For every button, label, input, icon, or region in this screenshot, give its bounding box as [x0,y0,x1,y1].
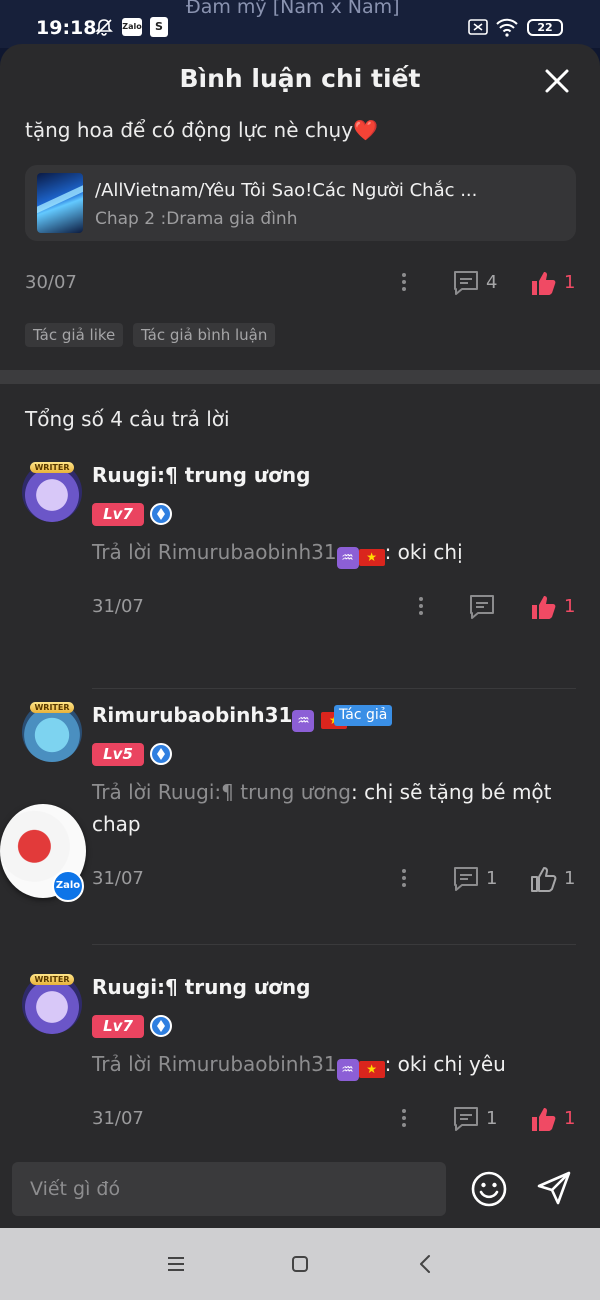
mute-icon [95,19,113,36]
story-thumbnail [37,173,83,233]
reply-text: Trả lời Ruugi:¶ trung ương: chị sẽ tặng … [92,780,552,836]
vietnam-flag-icon: ★ [358,549,385,566]
comment-count: 1 [486,868,498,889]
aquarius-icon: ♒ [292,710,315,732]
parent-comment-meta: 30/07 4 1 [0,268,600,298]
zalo-icon: Zalo [122,18,142,36]
reply-username[interactable]: Ruugi:¶ trung ương [92,463,310,487]
section-divider [0,370,600,384]
reply-text: Trả lời Rimurubaobinh31 ♒ ★: oki chị yêu [92,1048,562,1081]
reply-meta: 31/07 1 [0,592,600,622]
comment-input-bar [0,1148,600,1228]
tag-author-commented: Tác giả bình luận [133,323,276,347]
like-count: 1 [564,272,576,293]
wifi-icon [496,18,518,37]
shopee-icon: S [150,17,168,37]
more-options-icon[interactable] [398,866,410,890]
emoji-icon[interactable] [470,1170,508,1208]
sim-off-icon [468,19,488,35]
reply-text: Trả lời Rimurubaobinh31 ♒ ★: oki chị [92,536,562,569]
reply-comment-icon[interactable] [451,268,481,298]
thumbs-up-filled-icon[interactable] [529,1105,557,1133]
level-badge: Lv5 [92,743,144,766]
home-icon[interactable] [286,1250,314,1278]
like-count: 1 [564,596,576,617]
recent-apps-icon[interactable] [162,1250,190,1278]
reply-meta: 31/07 1 1 [0,1104,600,1134]
heart-emoji-icon: ❤️ [353,118,378,142]
comment-count: 4 [486,272,498,293]
author-badge: Tác giả [334,705,393,726]
reply-meta: 31/07 1 1 [0,864,600,894]
send-icon[interactable] [534,1168,574,1208]
level-badge: Lv7 [92,1015,144,1038]
more-options-icon[interactable] [415,594,427,618]
status-bar: Đam mỹ [Nam x Nam] 19:18 Zalo S 22 [0,0,600,48]
comment-detail-sheet: Bình luận chi tiết tặng hoa để có động l… [0,44,600,1228]
comment-date: 31/07 [92,1108,144,1129]
aquarius-icon: ♒ [336,1059,359,1081]
close-icon[interactable] [540,64,574,98]
story-title: /AllVietnam/Yêu Tôi Sao!Các Người Chắc .… [95,180,478,201]
parent-comment-text: tặng hoa để có động lực nè chụy❤️ [25,118,378,142]
thumbs-up-outline-icon[interactable] [529,865,557,893]
parent-comment-body: tặng hoa để có động lực nè chụy [25,118,354,142]
sheet-title: Bình luận chi tiết [179,64,421,93]
story-chapter: Chap 2 :Drama gia đình [95,209,298,229]
writer-badge: WRITER [22,462,82,473]
comment-input[interactable] [12,1162,446,1216]
comment-date: 31/07 [92,868,144,889]
thumbs-up-filled-icon[interactable] [529,269,557,297]
reply-comment-icon[interactable] [451,1104,481,1134]
reply-comment-icon[interactable] [451,864,481,894]
background-page-title: Đam mỹ [Nam x Nam] [186,0,400,18]
reply-divider [92,688,576,689]
more-options-icon[interactable] [398,270,410,294]
status-time: 19:18 [36,17,97,39]
aquarius-icon: ♒ [336,547,359,569]
reply-comment-icon[interactable] [467,592,497,622]
thumbs-up-filled-icon[interactable] [529,593,557,621]
battery-icon: 22 [527,19,563,36]
replies-total: Tổng số 4 câu trả lời [25,407,230,431]
vip-diamond-icon [150,743,172,765]
like-count: 1 [564,868,576,889]
zalo-icon[interactable]: Zalo [52,870,84,902]
reply-divider [92,944,576,945]
writer-badge: WRITER [22,974,82,985]
writer-badge: WRITER [22,702,82,713]
comment-date: 31/07 [92,596,144,617]
tag-author-liked: Tác giả like [25,323,124,347]
level-badge: Lv7 [92,503,144,526]
back-icon[interactable] [412,1250,440,1278]
more-options-icon[interactable] [398,1106,410,1130]
vip-diamond-icon [150,503,172,525]
comment-count: 1 [486,1108,498,1129]
like-count: 1 [564,1108,576,1129]
vietnam-flag-icon: ★ [358,1061,385,1078]
reply-username[interactable]: Ruugi:¶ trung ương [92,975,310,999]
vip-diamond-icon [150,1015,172,1037]
reply-username[interactable]: Rimurubaobinh31♒ ★ [92,703,348,732]
comment-date: 30/07 [25,272,77,293]
system-nav-bar [0,1228,600,1300]
story-link-card[interactable]: /AllVietnam/Yêu Tôi Sao!Các Người Chắc .… [25,165,576,241]
